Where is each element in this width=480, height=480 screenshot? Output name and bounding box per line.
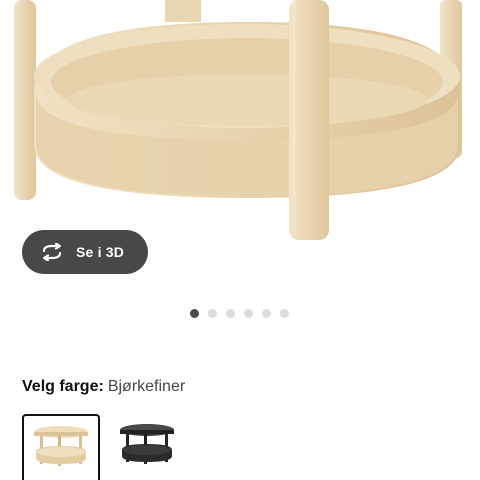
carousel-pagination: [190, 309, 289, 318]
birch-table-image: [14, 0, 462, 240]
color-swatch-black[interactable]: [108, 414, 186, 480]
color-swatch-birch[interactable]: [22, 414, 100, 480]
product-image[interactable]: [0, 0, 480, 250]
color-select-label: Velg farge:: [22, 378, 104, 395]
color-select-value: Bjørkefiner: [107, 378, 186, 395]
carousel-dot-2[interactable]: [208, 309, 217, 318]
carousel-dot-3[interactable]: [226, 309, 235, 318]
black-table-thumbnail: [120, 424, 174, 464]
view-3d-label: Se i 3D: [76, 244, 125, 260]
view-3d-button[interactable]: Se i 3D: [22, 230, 148, 274]
rotate-3d-icon: [40, 241, 66, 263]
carousel-dot-6[interactable]: [280, 309, 289, 318]
carousel-dot-1[interactable]: [190, 309, 199, 318]
carousel-dot-5[interactable]: [262, 309, 271, 318]
carousel-dot-4[interactable]: [244, 309, 253, 318]
birch-table-thumbnail: [34, 426, 88, 466]
color-select-heading: Velg farge: Bjørkefiner: [22, 378, 185, 396]
